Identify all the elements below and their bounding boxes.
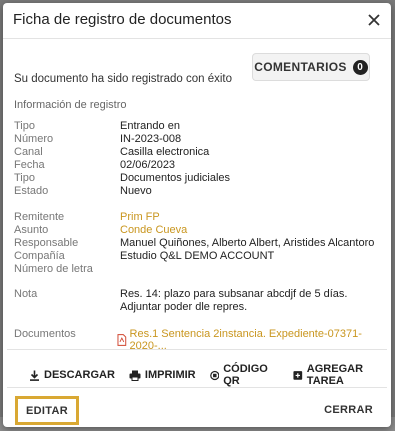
field-label: Responsable <box>14 237 79 249</box>
field-numero: Número IN-2023-008 <box>14 133 181 145</box>
field-label: Compañía <box>14 250 65 262</box>
add-task-icon <box>293 371 303 380</box>
field-value: Res. 14: plazo para subsanar abcdjf de 5… <box>120 288 348 313</box>
pdf-file-icon <box>117 334 127 346</box>
download-button[interactable]: DESCARGAR <box>29 369 115 381</box>
field-value: Entrando en <box>120 120 180 132</box>
field-label: Número <box>14 133 54 145</box>
section-title: Información de registro <box>14 99 127 111</box>
field-asunto: Asunto Conde Cueva <box>14 224 187 236</box>
printer-icon <box>129 370 141 381</box>
field-numero-letra: Número de letra <box>14 263 120 275</box>
edit-button[interactable]: EDITAR <box>15 396 79 425</box>
close-button[interactable]: CERRAR <box>324 404 373 416</box>
field-label: Remitente <box>14 211 65 223</box>
actions-bar: DESCARGAR IMPRIMIR CÓDIGO QR AGREGAR TAR… <box>29 363 391 387</box>
field-label: Tipo <box>14 120 35 132</box>
field-label: Estado <box>14 185 49 197</box>
field-label: Nota <box>14 288 38 300</box>
edit-label: EDITAR <box>26 404 68 417</box>
field-value: Nuevo <box>120 185 152 197</box>
comments-label: COMENTARIOS <box>254 60 347 74</box>
field-estado: Estado Nuevo <box>14 185 152 197</box>
divider <box>7 387 387 388</box>
document-record-dialog: Ficha de registro de documentos COMENTAR… <box>3 3 391 427</box>
dialog-header: Ficha de registro de documentos <box>3 3 391 39</box>
comments-count-badge: 0 <box>352 59 368 75</box>
field-label: Asunto <box>14 224 49 236</box>
qr-code-icon <box>209 370 220 380</box>
field-label: Número de letra <box>14 263 93 275</box>
comments-button[interactable]: COMENTARIOS 0 <box>252 53 370 81</box>
field-nota: Nota Res. 14: plazo para subsanar abcdjf… <box>14 288 382 314</box>
field-responsable: Responsable Manuel Quiñones, Alberto Alb… <box>14 237 374 249</box>
field-label: Fecha <box>14 159 45 171</box>
field-value: IN-2023-008 <box>120 133 182 145</box>
add-task-button[interactable]: AGREGAR TAREA <box>293 363 391 387</box>
field-label: Tipo <box>14 172 35 184</box>
close-icon[interactable] <box>363 9 385 31</box>
field-tipo: Tipo Entrando en <box>14 120 180 132</box>
dialog-title: Ficha de registro de documentos <box>13 11 232 28</box>
divider <box>7 349 387 350</box>
field-fecha: Fecha 02/06/2023 <box>14 159 175 171</box>
field-value: Manuel Quiñones, Alberto Albert, Aristid… <box>120 237 375 249</box>
field-value: 02/06/2023 <box>120 159 176 171</box>
field-compania: Compañía Estudio Q&L DEMO ACCOUNT <box>14 250 274 262</box>
field-remitente: Remitente Prim FP <box>14 211 160 223</box>
field-value: Documentos judiciales <box>120 172 231 184</box>
add-task-label: AGREGAR TAREA <box>306 363 364 387</box>
field-value: Estudio Q&L DEMO ACCOUNT <box>120 250 275 262</box>
field-tipo-documento: Tipo Documentos judiciales <box>14 172 230 184</box>
remitente-link[interactable]: Prim FP <box>120 211 160 223</box>
close-label: CERRAR <box>324 404 373 416</box>
field-value: Casilla electronica <box>120 146 210 158</box>
download-icon <box>30 370 39 381</box>
qr-code-label: CÓDIGO QR <box>223 363 268 387</box>
qr-code-button[interactable]: CÓDIGO QR <box>209 363 280 387</box>
print-label: IMPRIMIR <box>144 369 196 381</box>
print-button[interactable]: IMPRIMIR <box>129 369 196 381</box>
field-label: Canal <box>14 146 43 158</box>
field-canal: Canal Casilla electronica <box>14 146 209 158</box>
asunto-link[interactable]: Conde Cueva <box>120 224 187 236</box>
download-label: DESCARGAR <box>44 369 115 381</box>
success-message: Su documento ha sido registrado con éxit… <box>14 73 232 85</box>
